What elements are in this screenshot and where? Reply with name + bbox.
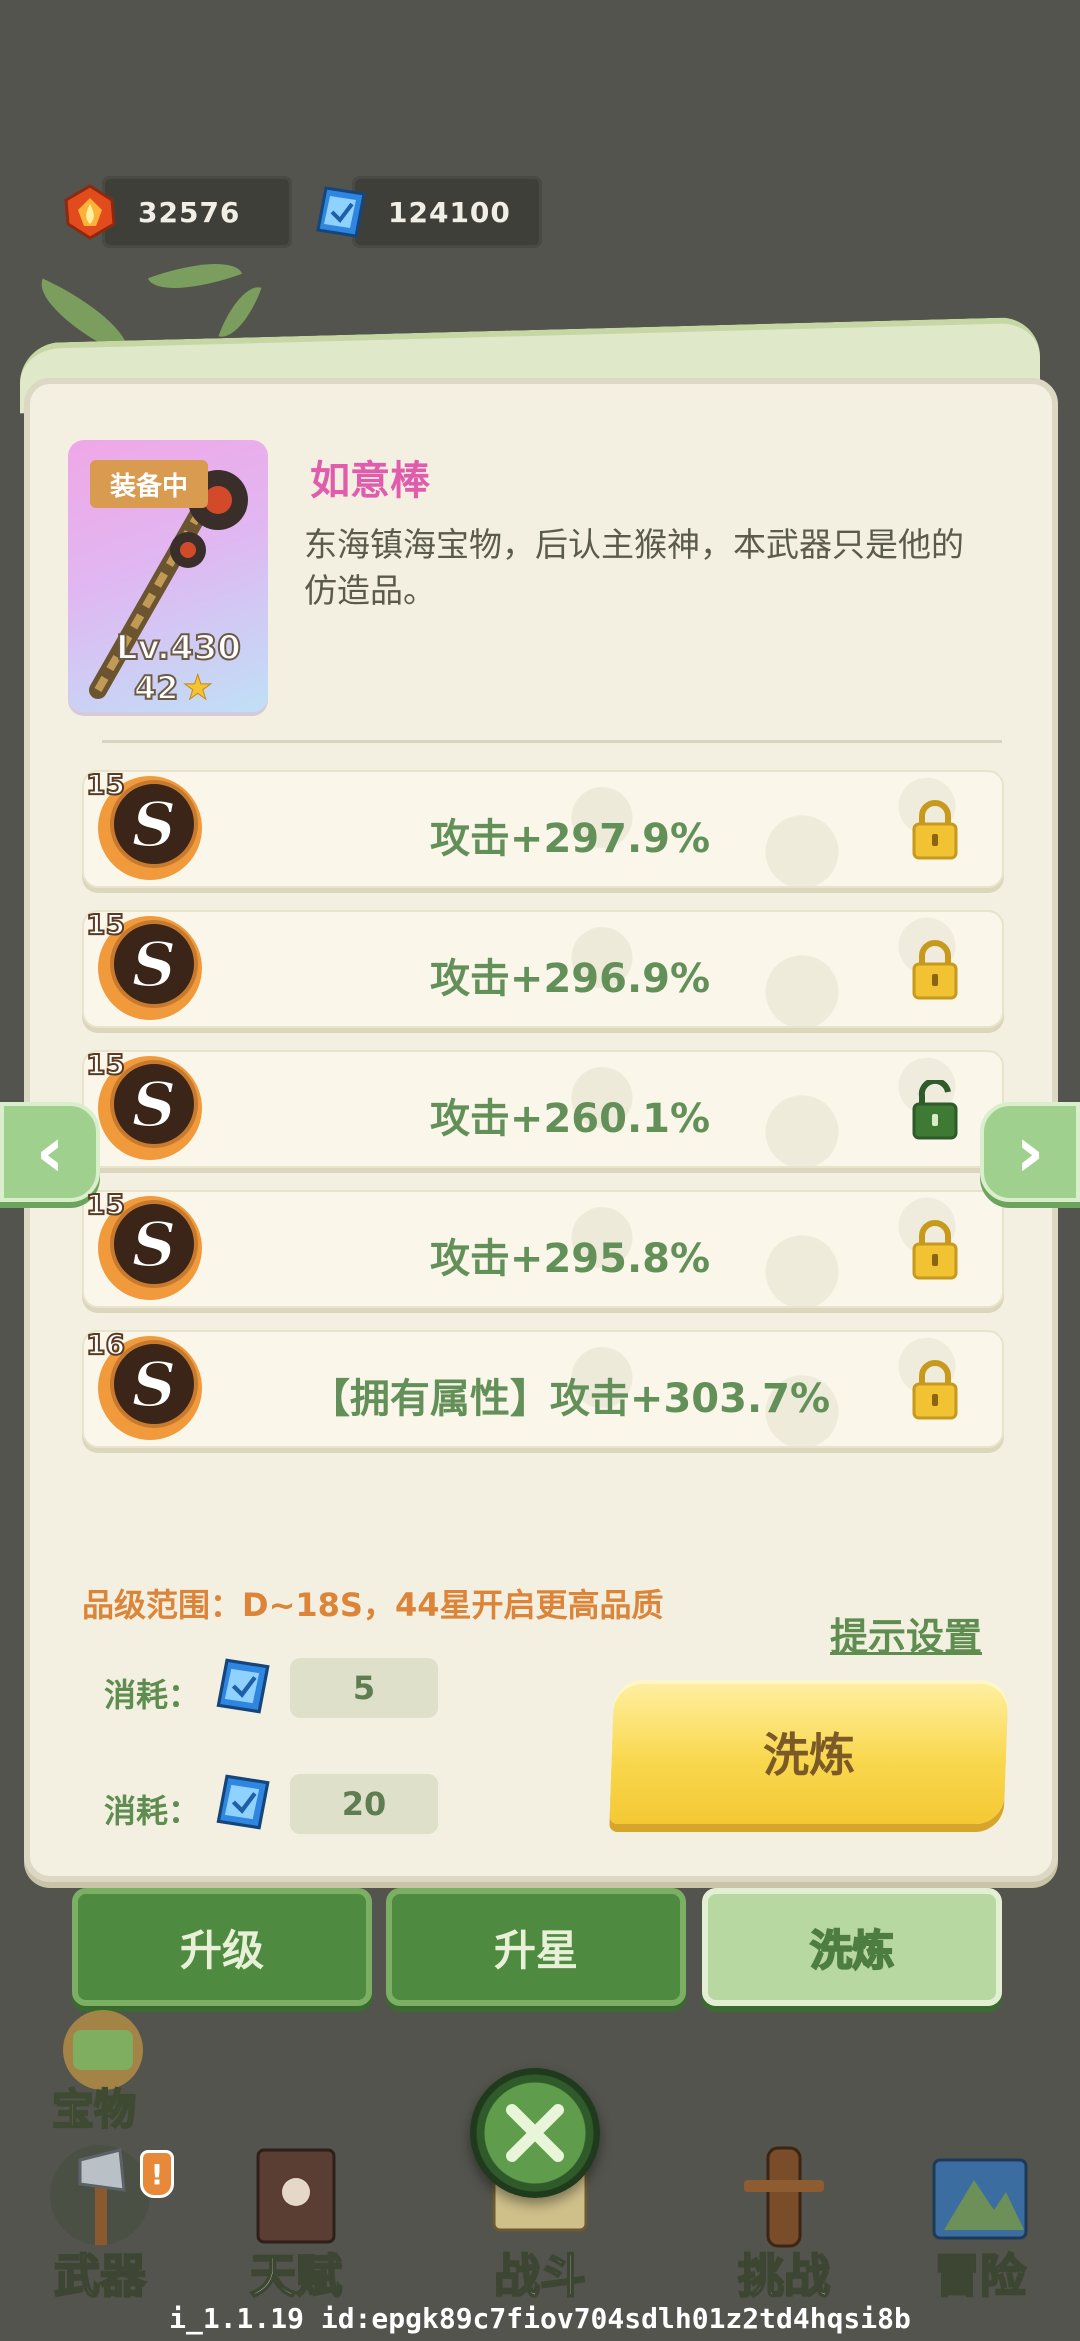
attribute-text: 攻击+260.1% [429,1096,711,1142]
lock-icon[interactable] [910,1220,960,1280]
cost-label: 消耗： [104,1792,201,1830]
grade-range-text: 品级范围：D~18S，44星开启更高品质 [82,1586,664,1624]
nav-challenge-label: 挑战 [737,2248,831,2304]
debug-build-info: i_1.1.19 id:epgk89c7fiov704sdlh01z2td4hq… [169,2302,911,2335]
star-icon: ★ [182,668,214,709]
attribute-grade: 15 [85,1047,126,1082]
cost-value: 5 [290,1658,438,1718]
cost-label: 消耗： [104,1676,201,1714]
attribute-grade: 16 [85,1327,126,1362]
nav-weapon[interactable]: ! 武器 [10,2130,190,2310]
attribute-grade: 15 [85,907,126,942]
chevron-right-icon: › [1015,1111,1045,1193]
next-weapon-button[interactable]: › [980,1102,1080,1202]
nav-adventure-label: 冒险 [933,2248,1027,2304]
prev-weapon-button[interactable]: ‹ [0,1102,100,1202]
close-icon [506,2104,564,2162]
nav-battle-label: 战斗 [493,2248,587,2304]
close-button[interactable] [470,2068,600,2198]
lock-icon[interactable] [910,1360,960,1420]
chevron-left-icon: ‹ [35,1111,65,1193]
lock-icon[interactable] [910,940,960,1000]
diamond-amount: 124100 [388,195,511,229]
gem-amount: 32576 [138,195,241,229]
rank-letter: S [132,1068,177,1141]
lock-icon[interactable] [910,800,960,860]
book-icon [256,2148,336,2244]
attribute-text: 攻击+295.8% [429,1236,711,1282]
attribute-text: 【拥有属性】攻击+303.7% [309,1376,831,1422]
weapon-stars: 42 ★ [133,668,214,709]
cost-value: 20 [290,1774,438,1834]
nav-talent-label: 天赋 [249,2248,343,2304]
attribute-text: 攻击+296.9% [429,956,711,1002]
wooden-dummy-icon [744,2146,824,2248]
fire-gem-icon [64,184,116,240]
currency-diamond: 124100 [312,172,542,252]
blue-diamond-icon [316,186,366,238]
weapon-level: Lv.430 [115,627,242,669]
map-icon [932,2158,1028,2240]
rank-letter: S [132,1348,177,1421]
attribute-grade: 15 [85,1187,126,1222]
equipped-badge: 装备中 [90,460,208,508]
blue-diamond-icon [216,1774,270,1830]
rank-letter: S [132,928,177,1001]
tab-wash[interactable]: 洗炼 [702,1888,1002,2006]
blue-diamond-icon [216,1658,270,1714]
nav-adventure[interactable]: 冒险 [890,2130,1070,2310]
nav-weapon-label: 武器 [53,2248,147,2304]
unlock-icon[interactable] [910,1080,960,1140]
attribute-grade: 15 [85,767,126,802]
weapon-name: 如意棒 [310,458,430,504]
hint-settings-link[interactable]: 提示设置 [830,1606,982,1661]
tab-star-up[interactable]: 升星 [386,1888,686,2006]
alert-icon: ! [140,2150,174,2198]
wash-button[interactable]: 洗炼 [609,1680,1009,1824]
rank-letter: S [132,788,177,861]
divider [102,740,1002,743]
tab-upgrade[interactable]: 升级 [72,1888,372,2006]
weapon-star-count: 42 [133,668,180,708]
nav-talent[interactable]: 天赋 [206,2130,386,2310]
currency-gem: 32576 [62,172,292,252]
wash-button-label: 洗炼 [763,1728,855,1782]
treasure-label[interactable]: 宝物 [51,2076,137,2137]
nav-challenge[interactable]: 挑战 [694,2130,874,2310]
attribute-text: 攻击+297.9% [429,816,711,862]
weapon-description: 东海镇海宝物，后认主猴神，本武器只是他的仿造品。 [304,525,964,610]
rank-letter: S [132,1208,177,1281]
